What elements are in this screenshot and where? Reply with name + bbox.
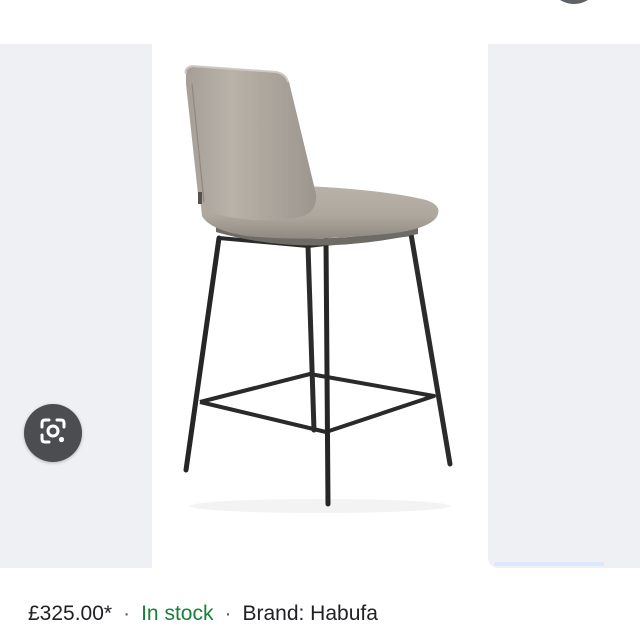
google-lens-icon <box>38 416 68 451</box>
product-image[interactable] <box>156 44 482 568</box>
separator-dot: · <box>123 602 131 625</box>
next-image-highlight <box>494 562 604 566</box>
stock-status: In stock <box>141 602 214 625</box>
product-info-line: £325.00* · In stock · Brand: Habufa <box>28 600 378 628</box>
product-price: £325.00* <box>28 602 113 625</box>
separator-dot: · <box>224 602 232 625</box>
previous-image-thumbnail[interactable] <box>0 44 152 568</box>
next-image-thumbnail[interactable] <box>488 44 640 568</box>
bar-stool-illustration <box>183 64 453 513</box>
top-overflow-button[interactable] <box>548 0 600 4</box>
google-lens-button[interactable] <box>24 404 82 462</box>
product-brand: Brand: Habufa <box>242 602 378 625</box>
image-viewer: £325.00* · In stock · Brand: Habufa <box>0 0 640 638</box>
